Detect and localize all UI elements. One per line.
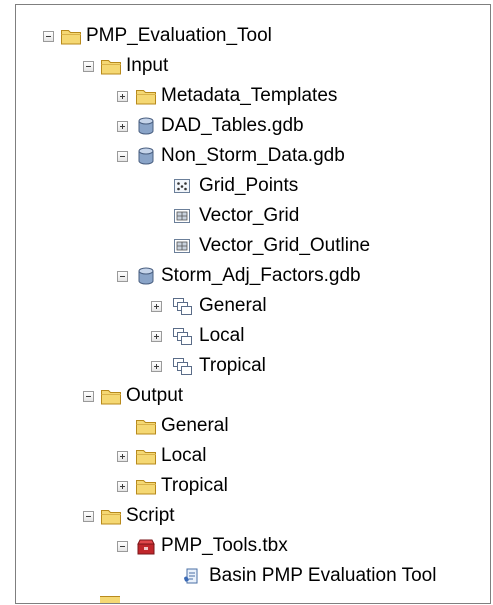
point-feature-class-icon bbox=[171, 176, 193, 196]
tree-node-label: Metadata_Templates bbox=[161, 85, 338, 106]
tree-node-label: Non_Storm_Data.gdb bbox=[161, 145, 345, 166]
tree-node-label: General bbox=[161, 415, 229, 436]
tree-node-label: Input bbox=[126, 55, 169, 76]
folder-icon bbox=[135, 476, 157, 496]
tree-node-storm-tropical[interactable]: Tropical bbox=[16, 352, 490, 382]
tree-node-storm-adj-factors-gdb[interactable]: Storm_Adj_Factors.gdb bbox=[16, 262, 490, 292]
expand-toggle-icon[interactable] bbox=[117, 121, 128, 132]
tree-node-pmp-evaluation-tool[interactable]: PMP_Evaluation_Tool bbox=[16, 22, 490, 52]
expand-toggle-icon[interactable] bbox=[151, 331, 162, 342]
folder-icon bbox=[100, 386, 122, 406]
folder-icon bbox=[100, 506, 122, 526]
feature-dataset-icon bbox=[171, 296, 193, 316]
tree-node-label: Grid_Points bbox=[199, 175, 299, 196]
tree-node-label: Vector_Grid_Outline bbox=[199, 235, 371, 256]
collapse-toggle-icon[interactable] bbox=[83, 391, 94, 402]
geodatabase-icon bbox=[135, 266, 157, 286]
folder-icon bbox=[135, 416, 157, 436]
feature-dataset-icon bbox=[171, 356, 193, 376]
tree-node-label: Output bbox=[126, 385, 184, 406]
folder-icon bbox=[135, 446, 157, 466]
tree-node-output-general[interactable]: General bbox=[16, 412, 490, 442]
expand-toggle-icon[interactable] bbox=[151, 361, 162, 372]
tree-node-pmp-tools-tbx[interactable]: PMP_Tools.tbx bbox=[16, 532, 490, 562]
polygon-feature-class-icon bbox=[171, 206, 193, 226]
tree-node-vector-grid[interactable]: Vector_Grid bbox=[16, 202, 490, 232]
expand-toggle-icon[interactable] bbox=[117, 451, 128, 462]
tree-node-label: Local bbox=[161, 445, 207, 466]
tree-node-label: General bbox=[199, 295, 267, 316]
tree-node-metadata-templates[interactable]: Metadata_Templates bbox=[16, 82, 490, 112]
tree-node-label: Storm_Adj_Factors.gdb bbox=[161, 265, 361, 286]
toolbox-icon bbox=[135, 536, 157, 556]
geodatabase-icon bbox=[135, 146, 157, 166]
tree-node-label: Script bbox=[126, 505, 175, 526]
tree-node-dad-tables-gdb[interactable]: DAD_Tables.gdb bbox=[16, 112, 490, 142]
script-tool-icon bbox=[181, 566, 203, 586]
tree-node-label: Basin PMP Evaluation Tool bbox=[209, 565, 437, 586]
collapse-toggle-icon[interactable] bbox=[83, 61, 94, 72]
folder-icon bbox=[100, 596, 120, 603]
tree-node-output-tropical[interactable]: Tropical bbox=[16, 472, 490, 502]
expand-toggle-icon[interactable] bbox=[117, 91, 128, 102]
folder-icon bbox=[135, 86, 157, 106]
tree-node-output[interactable]: Output bbox=[16, 382, 490, 412]
tree-node-label: DAD_Tables.gdb bbox=[161, 115, 304, 136]
folder-icon bbox=[100, 56, 122, 76]
tree-node-script[interactable]: Script bbox=[16, 502, 490, 532]
tree-node-output-local[interactable]: Local bbox=[16, 442, 490, 472]
tree-node-label: PMP_Tools.tbx bbox=[161, 535, 288, 556]
catalog-tree-panel: PMP_Evaluation_Tool Input Metadata_Templ… bbox=[15, 4, 491, 604]
tree-node-label: PMP_Evaluation_Tool bbox=[86, 25, 272, 46]
tree-node-non-storm-data-gdb[interactable]: Non_Storm_Data.gdb bbox=[16, 142, 490, 172]
collapse-toggle-icon[interactable] bbox=[43, 31, 54, 42]
collapse-toggle-icon[interactable] bbox=[117, 541, 128, 552]
tree-node-label: Local bbox=[199, 325, 245, 346]
collapse-toggle-icon[interactable] bbox=[117, 151, 128, 162]
expand-toggle-icon[interactable] bbox=[151, 301, 162, 312]
collapse-toggle-icon[interactable] bbox=[117, 271, 128, 282]
expand-toggle-icon[interactable] bbox=[117, 481, 128, 492]
tree-node-storm-local[interactable]: Local bbox=[16, 322, 490, 352]
polygon-feature-class-icon bbox=[171, 236, 193, 256]
tree-node-grid-points[interactable]: Grid_Points bbox=[16, 172, 490, 202]
tree-node-label: Tropical bbox=[199, 355, 266, 376]
tree-node-storm-general[interactable]: General bbox=[16, 292, 490, 322]
tree-node-basin-pmp-evaluation-tool[interactable]: Basin PMP Evaluation Tool bbox=[16, 562, 490, 592]
tree-node-label: Vector_Grid bbox=[199, 205, 300, 226]
tree-node-input[interactable]: Input bbox=[16, 52, 490, 82]
feature-dataset-icon bbox=[171, 326, 193, 346]
geodatabase-icon bbox=[135, 116, 157, 136]
collapse-toggle-icon[interactable] bbox=[83, 511, 94, 522]
tree-node-vector-grid-outline[interactable]: Vector_Grid_Outline bbox=[16, 232, 490, 262]
tree-node-label: Tropical bbox=[161, 475, 228, 496]
folder-icon bbox=[60, 26, 82, 46]
